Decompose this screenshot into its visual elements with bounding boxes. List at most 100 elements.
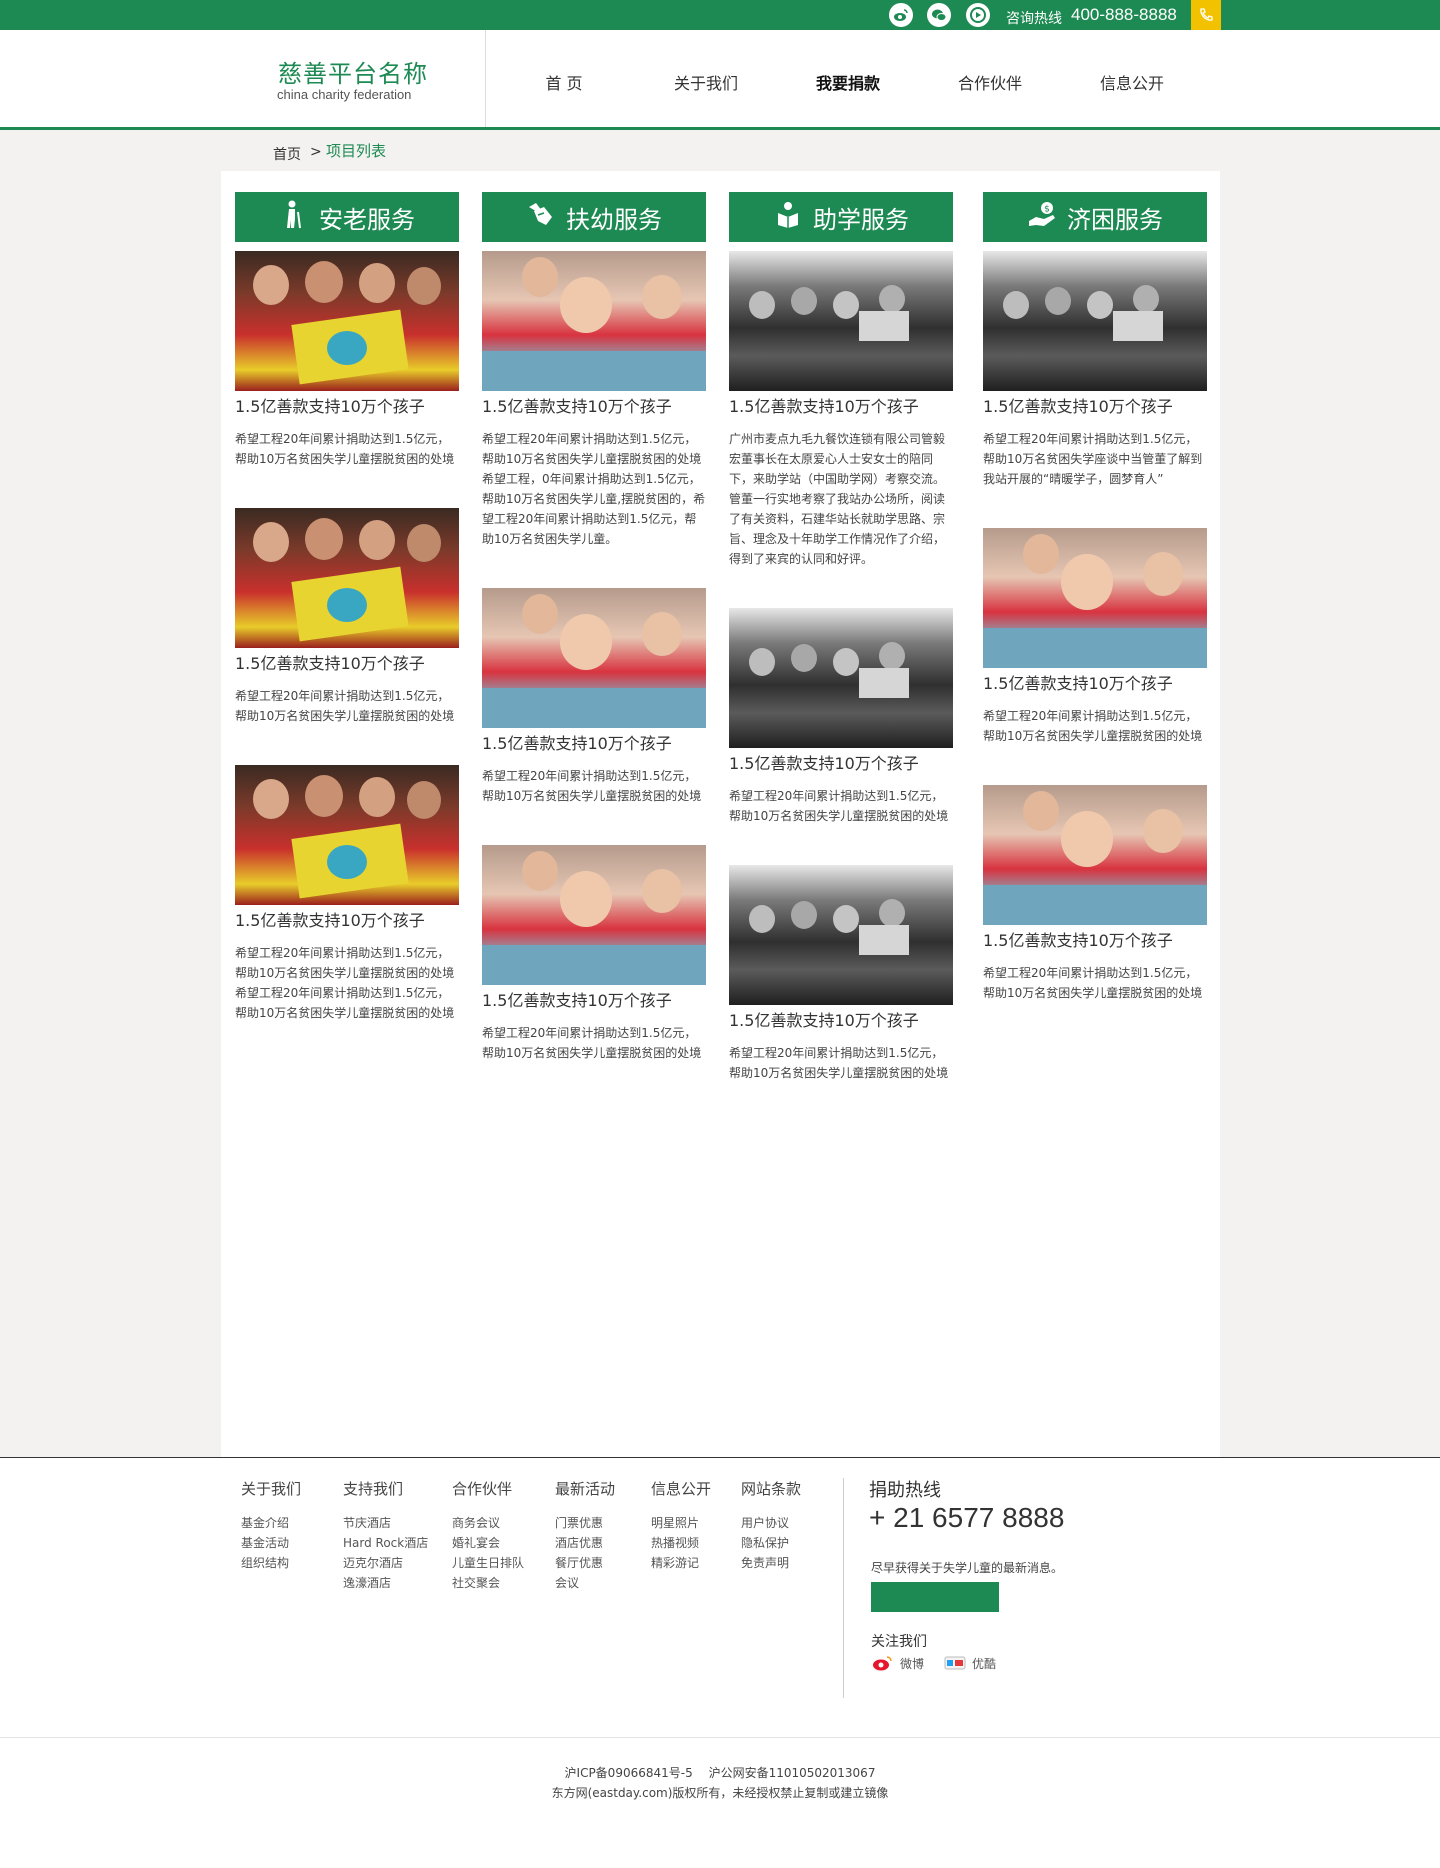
girl-writing-photo[interactable] <box>983 785 1207 925</box>
top-bar: 咨询热线 400-888-8888 <box>0 0 1440 30</box>
classroom-bw-photo[interactable] <box>729 251 953 391</box>
card-title[interactable]: 1.5亿善款支持10万个孩子 <box>983 397 1207 417</box>
footer-link[interactable]: 免责声明 <box>741 1553 801 1573</box>
category-label: 扶幼服务 <box>566 205 662 234</box>
breadcrumb-home[interactable]: 首页 <box>273 144 301 164</box>
card-title[interactable]: 1.5亿善款支持10万个孩子 <box>729 754 953 774</box>
video-icon[interactable] <box>966 3 990 27</box>
footer-link[interactable]: 门票优惠 <box>555 1513 615 1533</box>
project-card[interactable]: 1.5亿善款支持10万个孩子 希望工程20年间累计捐助达到1.5亿元，帮助10万… <box>983 251 1207 489</box>
footer-link[interactable]: 基金介绍 <box>241 1513 301 1533</box>
follow-weibo-link[interactable]: 微博 <box>872 1654 924 1672</box>
card-title[interactable]: 1.5亿善款支持10万个孩子 <box>235 654 459 674</box>
icp-license: 沪ICP备09066841号-5 <box>564 1766 693 1780</box>
girl-writing-photo[interactable] <box>482 845 706 985</box>
girl-writing-photo[interactable] <box>983 528 1207 668</box>
footer-link[interactable]: 逸濠酒店 <box>343 1573 428 1593</box>
category-label: 助学服务 <box>813 205 909 234</box>
footer-link[interactable]: 迈克尔酒店 <box>343 1553 428 1573</box>
footer-heading: 网站条款 <box>741 1480 802 1498</box>
footer-link[interactable]: 儿童生日排队 <box>452 1553 524 1573</box>
footer-link[interactable]: 隐私保护 <box>741 1533 801 1553</box>
project-card[interactable]: 1.5亿善款支持10万个孩子 希望工程20年间累计捐助达到1.5亿元，帮助10万… <box>235 765 459 1023</box>
classroom-bw-photo[interactable] <box>983 251 1207 391</box>
classroom-bw-photo[interactable] <box>729 608 953 748</box>
card-title[interactable]: 1.5亿善款支持10万个孩子 <box>482 991 706 1011</box>
footer-heading: 支持我们 <box>343 1480 404 1498</box>
footer-link[interactable]: 精彩游记 <box>651 1553 711 1573</box>
card-title[interactable]: 1.5亿善款支持10万个孩子 <box>482 734 706 754</box>
card-description: 希望工程20年间累计捐助达到1.5亿元，帮助10万名贫困失学儿童摆脱贫困的处境 <box>729 1046 949 1080</box>
subscribe-button[interactable] <box>871 1582 999 1612</box>
card-title[interactable]: 1.5亿善款支持10万个孩子 <box>729 397 953 417</box>
category-header[interactable]: 助学服务 <box>729 192 953 242</box>
project-card[interactable]: 1.5亿善款支持10万个孩子 希望工程20年间累计捐助达到1.5亿元，帮助10万… <box>983 528 1207 746</box>
project-card[interactable]: 1.5亿善款支持10万个孩子 希望工程20年间累计捐助达到1.5亿元，帮助10万… <box>482 588 706 806</box>
footer-link[interactable]: 用户协议 <box>741 1513 801 1533</box>
project-card[interactable]: 1.5亿善款支持10万个孩子 希望工程20年间累计捐助达到1.5亿元，帮助10万… <box>729 865 953 1083</box>
girl-writing-photo[interactable] <box>482 251 706 391</box>
svg-text:$: $ <box>1044 205 1050 215</box>
card-title[interactable]: 1.5亿善款支持10万个孩子 <box>983 674 1207 694</box>
footer-link[interactable]: 商务会议 <box>452 1513 524 1533</box>
project-card[interactable]: 1.5亿善款支持10万个孩子 希望工程20年间累计捐助达到1.5亿元，帮助10万… <box>482 251 706 549</box>
footer-link[interactable]: 组织结构 <box>241 1553 301 1573</box>
hotline-number: 400-888-8888 <box>1071 5 1177 24</box>
footer-heading: 信息公开 <box>651 1480 712 1498</box>
project-card[interactable]: 1.5亿善款支持10万个孩子 希望工程20年间累计捐助达到1.5亿元，帮助10万… <box>235 251 459 469</box>
category-header[interactable]: 安老服务 <box>235 192 459 242</box>
footer-link[interactable]: 会议 <box>555 1573 615 1593</box>
children-reading-photo[interactable] <box>235 765 459 905</box>
footer-link[interactable]: 明星照片 <box>651 1513 711 1533</box>
nav-home[interactable]: 首 页 <box>494 70 634 94</box>
card-title[interactable]: 1.5亿善款支持10万个孩子 <box>482 397 706 417</box>
project-card[interactable]: 1.5亿善款支持10万个孩子 希望工程20年间累计捐助达到1.5亿元，帮助10万… <box>983 785 1207 1003</box>
nav-partners[interactable]: 合作伙伴 <box>920 70 1060 94</box>
footer-link[interactable]: Hard Rock酒店 <box>343 1533 428 1553</box>
card-title[interactable]: 1.5亿善款支持10万个孩子 <box>235 397 459 417</box>
footer-link[interactable]: 餐厅优惠 <box>555 1553 615 1573</box>
card-description: 希望工程20年间累计捐助达到1.5亿元，帮助10万名贫困失学儿童摆脱贫困的处境 <box>235 432 455 466</box>
project-card[interactable]: 1.5亿善款支持10万个孩子 希望工程20年间累计捐助达到1.5亿元，帮助10万… <box>482 845 706 1063</box>
card-title[interactable]: 1.5亿善款支持10万个孩子 <box>235 911 459 931</box>
category-column-children: 扶幼服务 1.5亿善款支持10万个孩子 希望工程20年间累计捐助达到1.5亿元，… <box>482 192 706 1063</box>
donate-hotline-title: 捐助热线 <box>869 1480 941 1501</box>
project-card[interactable]: 1.5亿善款支持10万个孩子 希望工程20年间累计捐助达到1.5亿元，帮助10万… <box>729 608 953 826</box>
classroom-bw-photo[interactable] <box>729 865 953 1005</box>
footer-link[interactable]: 社交聚会 <box>452 1573 524 1593</box>
card-title[interactable]: 1.5亿善款支持10万个孩子 <box>729 1011 953 1031</box>
project-card[interactable]: 1.5亿善款支持10万个孩子 广州市麦点九毛九餐饮连锁有限公司管毅宏董事长在太原… <box>729 251 953 569</box>
footer-link[interactable]: 婚礼宴会 <box>452 1533 524 1553</box>
site-bottom: 沪ICP备09066841号-5 沪公网安备11010502013067 东方网… <box>0 1738 1440 1868</box>
footer-column-disclosure: 信息公开 明星照片 热播视频 精彩游记 <box>651 1478 711 1573</box>
footer-link[interactable]: 酒店优惠 <box>555 1533 615 1553</box>
category-header[interactable]: 扶幼服务 <box>482 192 706 242</box>
follow-youku-link[interactable]: 优酷 <box>944 1654 996 1672</box>
phone-icon[interactable] <box>1191 0 1221 30</box>
follow-youku-label: 优酷 <box>972 1656 997 1671</box>
footer-link[interactable]: 节庆酒店 <box>343 1513 428 1533</box>
logo-title[interactable]: 慈善平台名称 <box>278 54 428 89</box>
follow-weibo-label: 微博 <box>900 1656 925 1671</box>
category-header[interactable]: $ 济困服务 <box>983 192 1207 242</box>
nav-about[interactable]: 关于我们 <box>636 70 776 94</box>
wechat-icon[interactable] <box>927 3 951 27</box>
card-description: 希望工程20年间累计捐助达到1.5亿元，帮助10万名贫困失学儿童摆脱贫困的处境 <box>729 789 949 823</box>
nav-disclosure[interactable]: 信息公开 <box>1062 70 1202 94</box>
card-description: 希望工程20年间累计捐助达到1.5亿元，帮助10万名贫困失学座谈中当管董了解到我… <box>983 432 1203 486</box>
project-card[interactable]: 1.5亿善款支持10万个孩子 希望工程20年间累计捐助达到1.5亿元，帮助10万… <box>235 508 459 726</box>
children-reading-photo[interactable] <box>235 508 459 648</box>
icp-info: 沪ICP备09066841号-5 沪公网安备11010502013067 <box>0 1764 1440 1781</box>
girl-writing-photo[interactable] <box>482 588 706 728</box>
footer-link[interactable]: 基金活动 <box>241 1533 301 1553</box>
children-reading-photo[interactable] <box>235 251 459 391</box>
card-description: 广州市麦点九毛九餐饮连锁有限公司管毅宏董事长在太原爱心人士安女士的陪同下，来助学… <box>729 432 946 566</box>
footer-link[interactable]: 热播视频 <box>651 1533 711 1553</box>
nav-donate[interactable]: 我要捐款 <box>778 70 918 94</box>
weibo-icon[interactable] <box>889 3 913 27</box>
youku-icon <box>944 1654 966 1672</box>
card-title[interactable]: 1.5亿善款支持10万个孩子 <box>983 931 1207 951</box>
footer-heading: 关于我们 <box>241 1480 302 1498</box>
